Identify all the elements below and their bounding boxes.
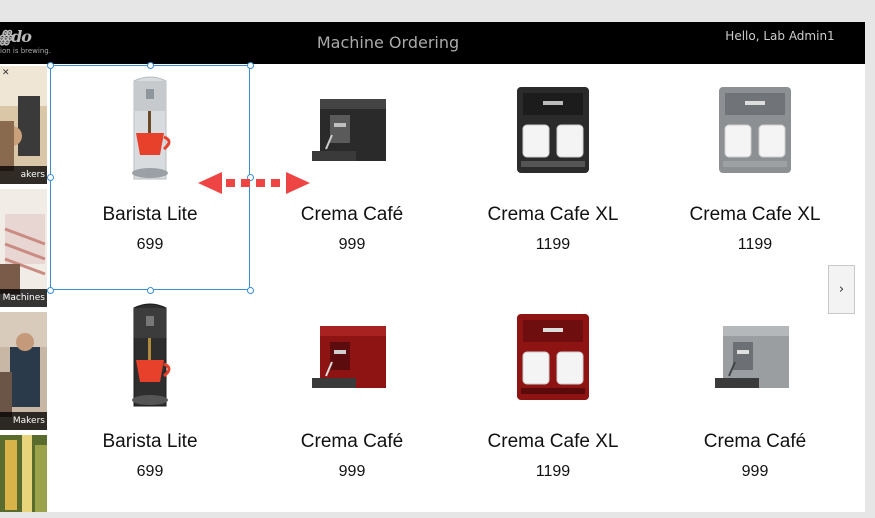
product-card[interactable]: Crema Cafe XL 1199	[453, 292, 653, 518]
product-name: Crema Café	[300, 204, 404, 225]
resize-arrow-icon	[198, 172, 310, 194]
app-header: ꙮdo ion is brewing. Machine Ordering Hel…	[0, 22, 865, 64]
resize-handle-bottom[interactable]	[147, 287, 154, 294]
page-title: Machine Ordering	[316, 33, 460, 52]
product-name: Crema Café	[703, 431, 807, 452]
product-name: Crema Cafe XL	[487, 204, 619, 225]
category-item-accessories[interactable]	[0, 435, 47, 512]
product-price: 999	[338, 236, 366, 253]
category-item-espresso-machines[interactable]: Machines	[0, 189, 47, 307]
product-price: 1199	[535, 236, 571, 253]
category-label: akers	[20, 170, 45, 180]
product-card[interactable]: Crema Cafe XL 1199	[655, 65, 855, 291]
product-name: Crema Cafe XL	[487, 431, 619, 452]
product-price: 1199	[535, 463, 571, 480]
espresso-machine-silver-icon	[655, 292, 855, 422]
category-item-coffee-makers[interactable]: ✕ akers	[0, 66, 47, 184]
category-label: Makers	[12, 416, 45, 426]
product-card[interactable]: Crema Cafe XL 1199	[453, 65, 653, 291]
resize-handle-bottom-right[interactable]	[247, 287, 254, 294]
product-card[interactable]: Crema Café 999	[252, 292, 452, 518]
brand-logo: ꙮdo ion is brewing.	[0, 27, 60, 59]
product-name: Barista Lite	[102, 431, 198, 452]
product-price: 999	[338, 463, 366, 480]
product-price: 1199	[737, 236, 773, 253]
logo-tagline: ion is brewing.	[0, 47, 51, 55]
category-gallery: ✕ akers Machines Makers	[0, 64, 47, 512]
chevron-right-icon: ›	[838, 282, 845, 297]
product-price: 999	[741, 463, 769, 480]
product-name: Crema Cafe XL	[689, 204, 821, 225]
product-card[interactable]: Crema Café 999	[655, 292, 855, 518]
resize-handle-left[interactable]	[47, 174, 54, 181]
dual-cup-machine-black-icon	[453, 65, 653, 195]
dual-cup-machine-silver-icon	[655, 65, 855, 195]
resize-handle-bottom-left[interactable]	[47, 287, 54, 294]
espresso-machine-red-icon	[252, 292, 452, 422]
window-top-strip	[0, 0, 875, 22]
pod-machine-black-icon	[50, 292, 250, 422]
category-label: Machines	[2, 293, 45, 303]
resize-handle-top[interactable]	[147, 62, 154, 69]
product-name: Crema Café	[300, 431, 404, 452]
category-item-tea-makers[interactable]: Makers	[0, 312, 47, 430]
product-card[interactable]: Barista Lite 699	[50, 292, 250, 518]
close-icon: ✕	[2, 68, 10, 78]
user-greeting: Hello, Lab Admin1	[725, 29, 835, 43]
category-photo	[0, 435, 47, 512]
right-edge-strip	[865, 22, 875, 512]
logo-mark: ꙮdo	[0, 27, 32, 46]
next-page-button[interactable]: ›	[828, 265, 855, 314]
resize-handle-top-right[interactable]	[247, 62, 254, 69]
dual-cup-machine-red-icon	[453, 292, 653, 422]
product-price: 699	[136, 463, 164, 480]
resize-handle-top-left[interactable]	[47, 62, 54, 69]
